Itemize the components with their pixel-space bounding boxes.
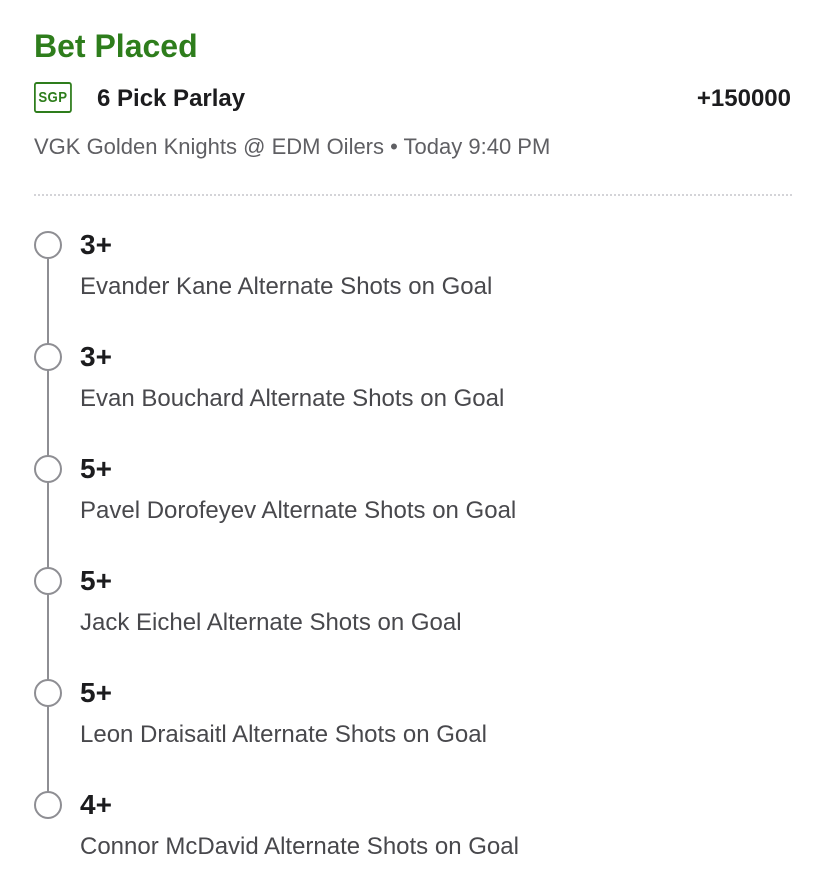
leg-item[interactable]: 5+ Jack Eichel Alternate Shots on Goal (34, 565, 794, 667)
leg-status-circle-icon (34, 231, 62, 259)
parlay-legs: 3+ Evander Kane Alternate Shots on Goal … (34, 0, 794, 885)
leg-market: Evander Kane Alternate Shots on Goal (80, 273, 493, 300)
leg-item[interactable]: 3+ Evan Bouchard Alternate Shots on Goal (34, 341, 794, 443)
leg-line: 3+ (80, 229, 112, 260)
leg-market: Leon Draisaitl Alternate Shots on Goal (80, 721, 487, 748)
leg-item[interactable]: 3+ Evander Kane Alternate Shots on Goal (34, 229, 794, 331)
leg-market: Pavel Dorofeyev Alternate Shots on Goal (80, 497, 517, 524)
leg-item[interactable]: 5+ Leon Draisaitl Alternate Shots on Goa… (34, 677, 794, 779)
leg-line: 5+ (80, 677, 112, 708)
leg-status-circle-icon (34, 455, 62, 483)
leg-status-circle-icon (34, 791, 62, 819)
leg-line: 4+ (80, 789, 112, 820)
leg-market: Evan Bouchard Alternate Shots on Goal (80, 385, 505, 412)
leg-line: 3+ (80, 341, 112, 372)
leg-item[interactable]: 4+ Connor McDavid Alternate Shots on Goa… (34, 789, 794, 891)
leg-market: Jack Eichel Alternate Shots on Goal (80, 609, 462, 636)
leg-line: 5+ (80, 453, 112, 484)
leg-item[interactable]: 5+ Pavel Dorofeyev Alternate Shots on Go… (34, 453, 794, 555)
leg-market: Connor McDavid Alternate Shots on Goal (80, 833, 519, 860)
leg-line: 5+ (80, 565, 112, 596)
leg-status-circle-icon (34, 343, 62, 371)
leg-status-circle-icon (34, 679, 62, 707)
leg-status-circle-icon (34, 567, 62, 595)
